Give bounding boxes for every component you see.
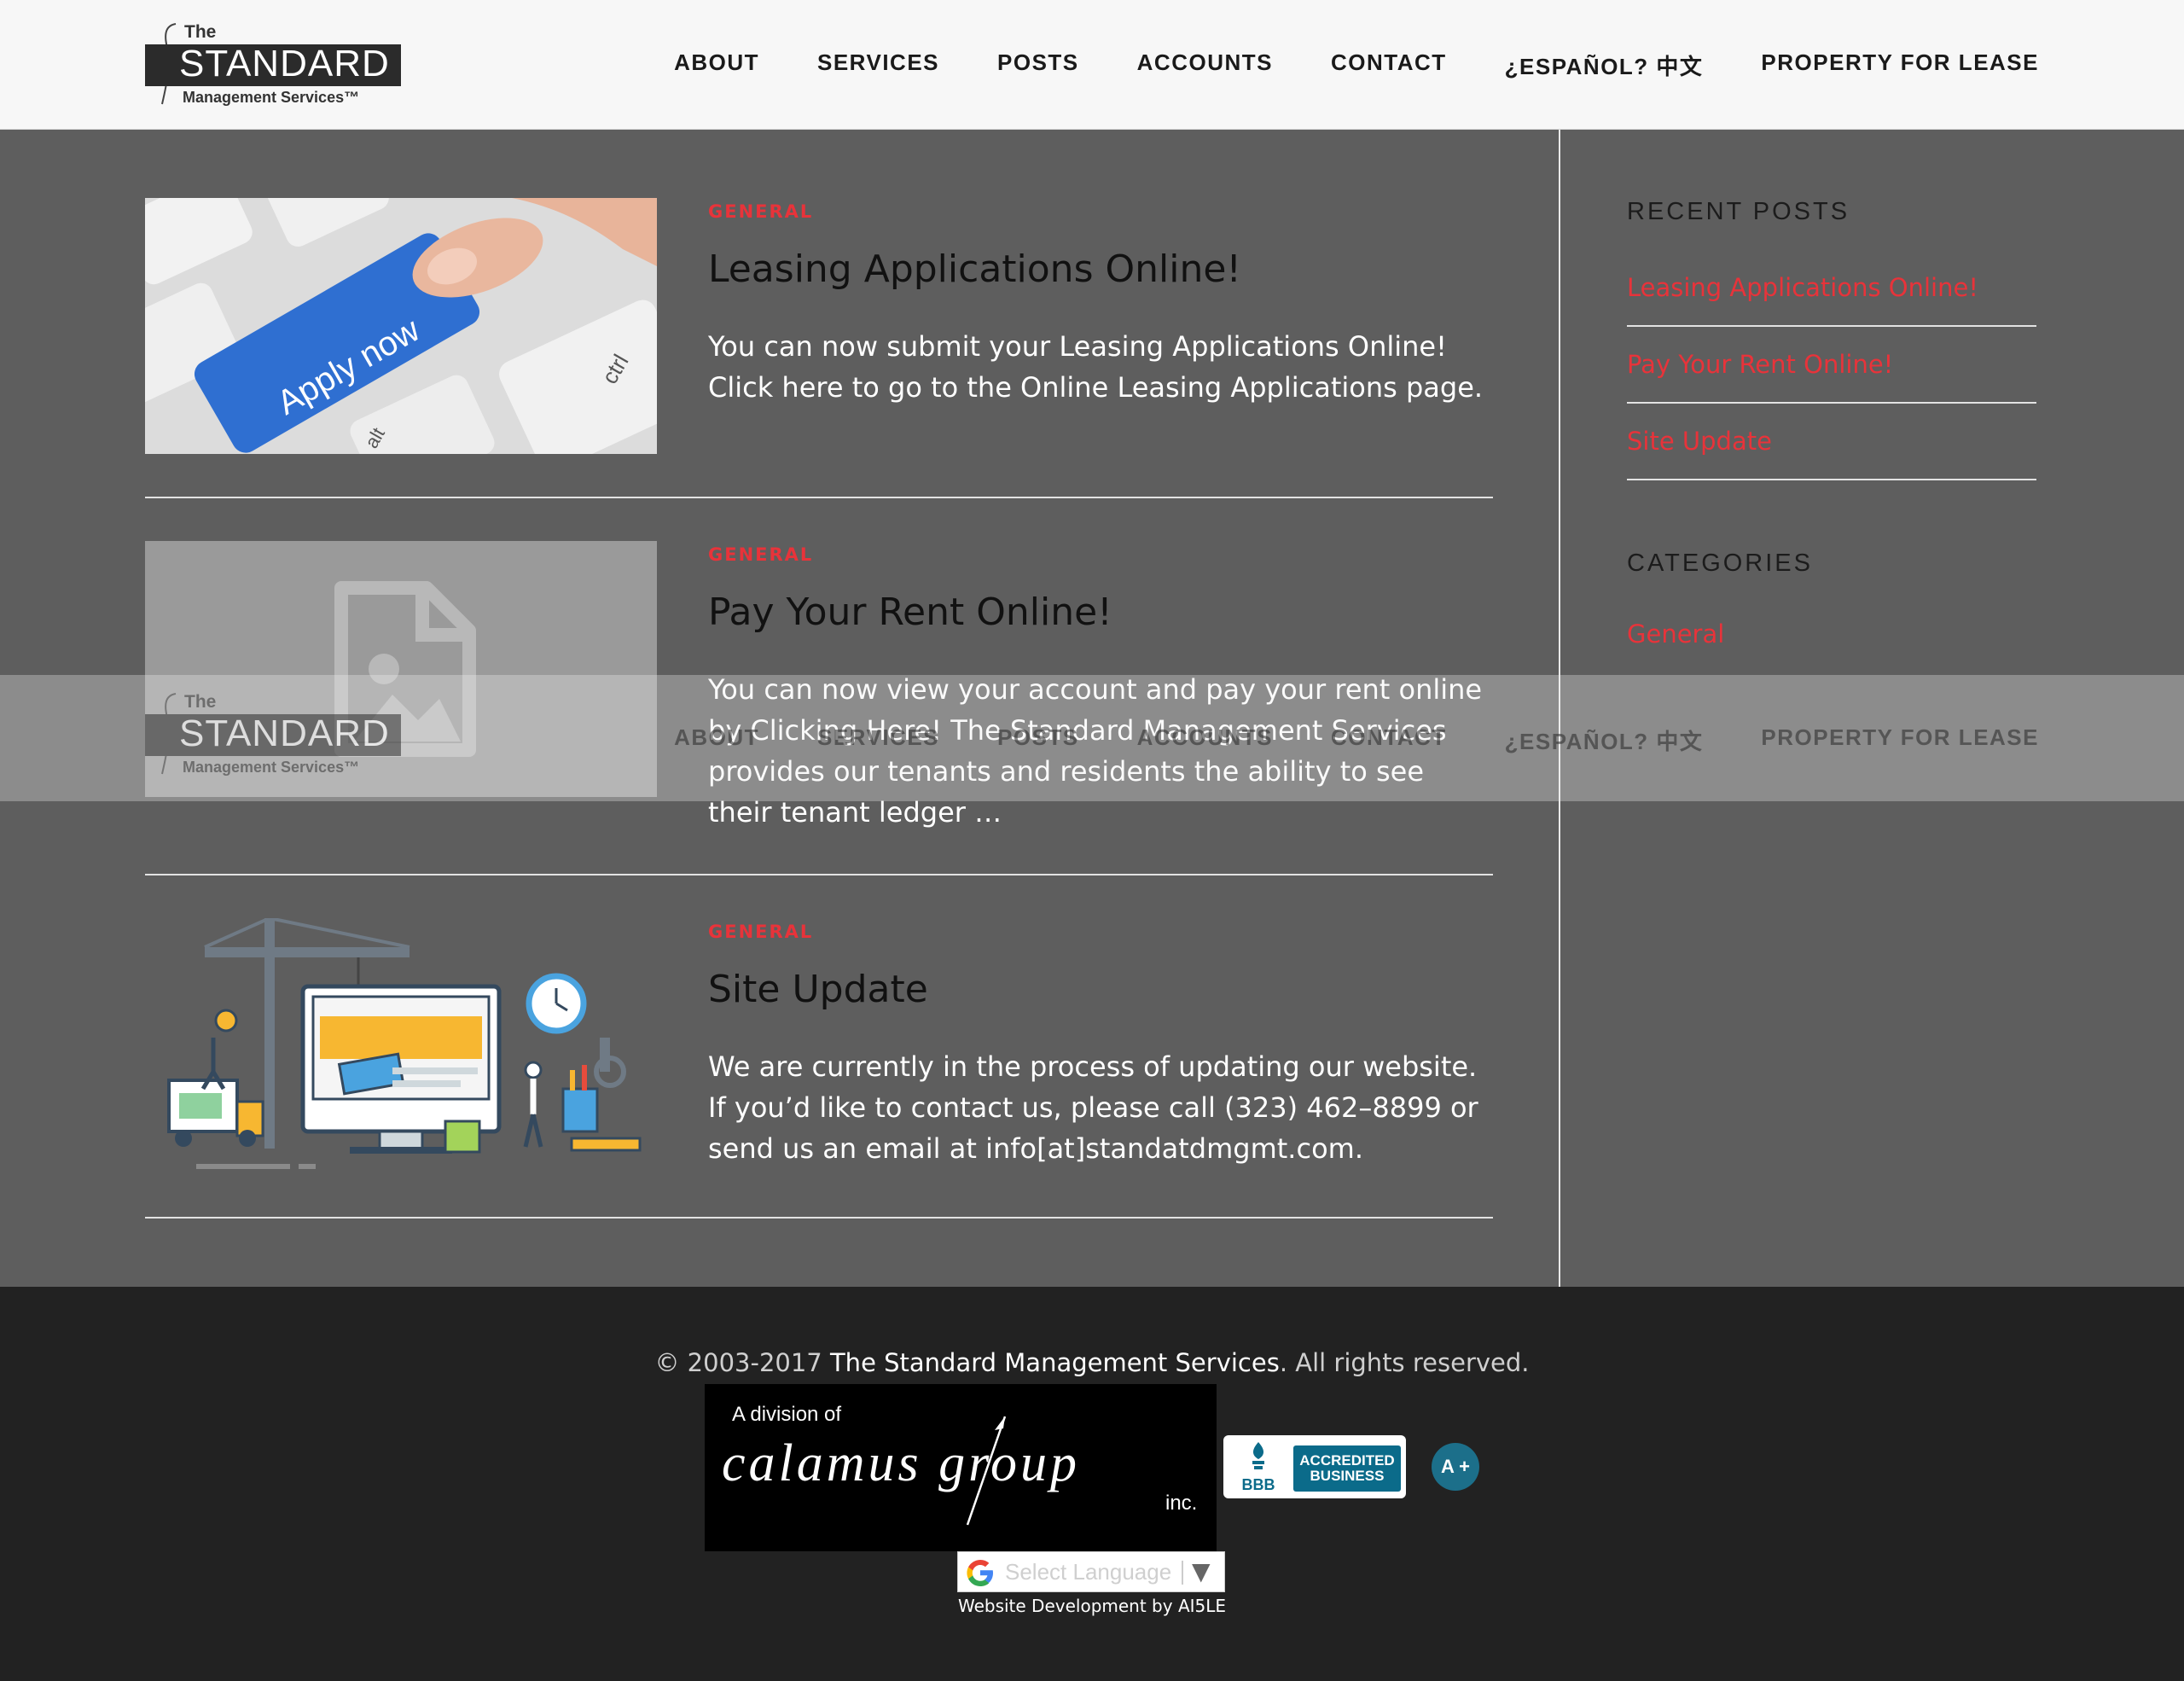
copyright-suffix: . All rights reserved. xyxy=(1279,1348,1530,1377)
post-divider xyxy=(145,874,1493,875)
logo-the: The xyxy=(184,22,217,42)
logo-the: The xyxy=(184,692,217,712)
post-thumbnail-site-update[interactable] xyxy=(145,918,657,1174)
sticky-header-overlay: The STANDARD Management Services™ ABOUT … xyxy=(0,675,2184,801)
sticky-nav: ABOUT SERVICES POSTS ACCOUNTS CONTACT ¿E… xyxy=(616,724,2039,756)
post-divider xyxy=(145,1217,1493,1219)
nav-language[interactable]: ¿ESPAÑOL? 中文 xyxy=(1505,49,1704,81)
calamus-division-text: A division of xyxy=(732,1403,842,1426)
logo-subtitle: Management Services™ xyxy=(183,89,360,106)
sidebar-divider-line xyxy=(1627,325,2036,327)
bbb-rating-badge[interactable]: A + xyxy=(1432,1443,1479,1491)
construction-illustration xyxy=(145,918,657,1174)
post-excerpt: We are currently in the process of updat… xyxy=(708,1050,1478,1165)
post-thumbnail-apply-now[interactable]: Apply now ctrl alt xyxy=(145,198,657,454)
recent-posts-heading: RECENT POSTS xyxy=(1627,198,1850,225)
accredited-line: ACCREDITED xyxy=(1299,1452,1395,1469)
calamus-inc: inc. xyxy=(1165,1492,1198,1515)
bbb-label: BBB xyxy=(1242,1476,1275,1493)
logo-word: STANDARD xyxy=(179,43,390,84)
recent-post-link[interactable]: Leasing Applications Online! xyxy=(1627,273,1978,302)
developer-credit-text: Website Development by xyxy=(957,1596,1178,1616)
calamus-group-logo[interactable]: A division of calamus group inc. xyxy=(705,1384,1217,1551)
copyright-text: © 2003-2017 The Standard Management Serv… xyxy=(0,1348,2184,1377)
sticky-nav-property-for-lease[interactable]: PROPERTY FOR LEASE xyxy=(1761,724,2039,756)
site-header: The STANDARD Management Services™ ABOUT … xyxy=(0,0,2184,130)
sticky-nav-contact[interactable]: CONTACT xyxy=(1331,724,1447,756)
logo-word: STANDARD xyxy=(179,713,390,754)
post-title[interactable]: Leasing Applications Online! xyxy=(708,247,1241,291)
developer-credit: Website Development by AI5LE xyxy=(0,1596,2184,1616)
sticky-nav-language[interactable]: ¿ESPAÑOL? 中文 xyxy=(1505,724,1704,756)
nav-about[interactable]: ABOUT xyxy=(674,49,759,81)
bbb-torch-icon: BBB xyxy=(1242,1442,1275,1493)
recent-post-link[interactable]: Pay Your Rent Online! xyxy=(1627,350,1893,379)
dropdown-arrow-icon: ▼ xyxy=(1192,1557,1211,1585)
post-divider xyxy=(145,497,1493,498)
company-link[interactable]: The Standard Management Services xyxy=(830,1348,1280,1377)
nav-contact[interactable]: CONTACT xyxy=(1331,49,1447,81)
sticky-nav-posts[interactable]: POSTS xyxy=(997,724,1079,756)
post-title[interactable]: Pay Your Rent Online! xyxy=(708,590,1112,634)
quill-icon xyxy=(966,1416,1007,1526)
main-nav: ABOUT SERVICES POSTS ACCOUNTS CONTACT ¿E… xyxy=(616,49,2039,81)
recent-post-link[interactable]: Site Update xyxy=(1627,427,1772,456)
sidebar-divider-line xyxy=(1627,402,2036,404)
language-select[interactable]: Select Language ▼ xyxy=(957,1551,1225,1592)
calamus-name: calamus group xyxy=(722,1434,1080,1492)
categories-heading: CATEGORIES xyxy=(1627,550,1813,577)
post-title[interactable]: Site Update xyxy=(708,968,928,1011)
business-line: BUSINESS xyxy=(1310,1468,1385,1484)
category-link[interactable]: General xyxy=(1627,619,1724,649)
copyright-prefix: © 2003-2017 xyxy=(654,1348,830,1377)
bbb-accredited-badge[interactable]: BBB ACCREDITED BUSINESS xyxy=(1223,1435,1406,1498)
sticky-nav-about[interactable]: ABOUT xyxy=(674,724,759,756)
keyboard-image: Apply now ctrl alt xyxy=(145,198,657,454)
nav-accounts[interactable]: ACCOUNTS xyxy=(1137,49,1273,81)
language-placeholder: Select Language xyxy=(1005,1559,1172,1585)
sticky-nav-services[interactable]: SERVICES xyxy=(817,724,939,756)
developer-logo-link[interactable]: AI5LE xyxy=(1178,1596,1226,1616)
nav-posts[interactable]: POSTS xyxy=(997,49,1079,81)
sticky-nav-accounts[interactable]: ACCOUNTS xyxy=(1137,724,1273,756)
nav-property-for-lease[interactable]: PROPERTY FOR LEASE xyxy=(1761,49,2039,81)
google-g-icon xyxy=(967,1560,993,1586)
site-logo[interactable]: The STANDARD Management Services™ xyxy=(145,22,403,108)
language-separator xyxy=(1182,1561,1183,1585)
sidebar-divider-line xyxy=(1627,479,2036,480)
post-excerpt: You can now submit your Leasing Applicat… xyxy=(708,330,1484,404)
post-category[interactable]: GENERAL xyxy=(708,544,813,565)
sticky-logo[interactable]: The STANDARD Management Services™ xyxy=(145,692,403,777)
post-category[interactable]: GENERAL xyxy=(708,201,813,222)
nav-services[interactable]: SERVICES xyxy=(817,49,939,81)
post-category[interactable]: GENERAL xyxy=(708,922,813,942)
logo-subtitle: Management Services™ xyxy=(183,759,360,776)
accredited-business-label: ACCREDITED BUSINESS xyxy=(1293,1445,1401,1492)
site-footer: © 2003-2017 The Standard Management Serv… xyxy=(0,1287,2184,1681)
